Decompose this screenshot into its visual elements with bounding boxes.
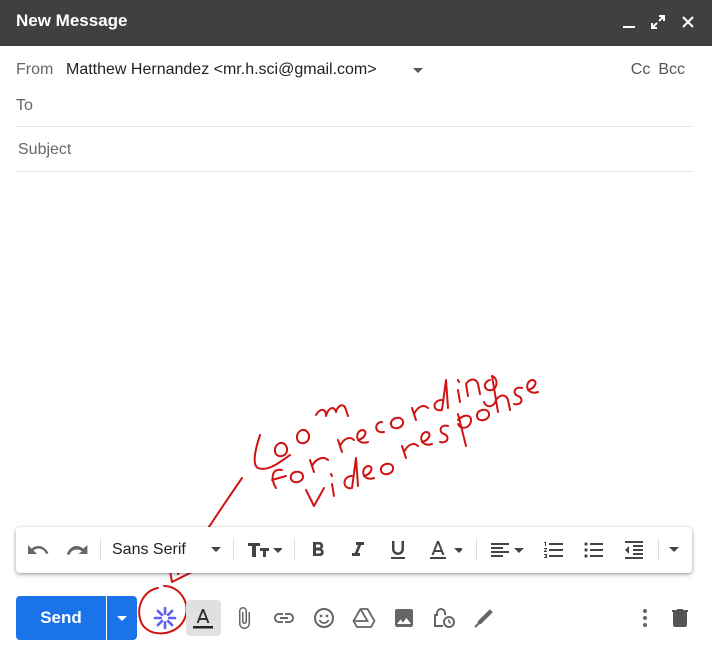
expand-icon[interactable] xyxy=(646,10,670,34)
numbered-list-icon[interactable] xyxy=(542,538,566,562)
compose-header: New Message xyxy=(0,0,712,46)
send-options-button[interactable] xyxy=(107,596,137,640)
undo-icon[interactable] xyxy=(26,538,50,562)
bcc-link[interactable]: Bcc xyxy=(658,61,685,78)
italic-icon[interactable] xyxy=(346,538,370,562)
more-options-icon[interactable] xyxy=(633,606,657,630)
bold-icon[interactable] xyxy=(306,538,330,562)
attach-icon[interactable] xyxy=(232,606,256,630)
to-label: To xyxy=(16,97,33,114)
formatting-bar: Sans Serif xyxy=(16,527,692,573)
link-icon[interactable] xyxy=(272,606,296,630)
minimize-icon[interactable] xyxy=(617,10,641,34)
subject-input[interactable] xyxy=(16,135,690,165)
cc-bcc-links: Cc Bcc xyxy=(623,61,685,79)
chevron-down-icon[interactable] xyxy=(412,67,424,75)
align-icon[interactable] xyxy=(488,538,524,562)
close-icon[interactable] xyxy=(676,10,700,34)
from-address[interactable]: Matthew Hernandez <mr.h.sci@gmail.com> xyxy=(66,61,377,79)
formatting-toggle-icon[interactable] xyxy=(191,606,215,630)
subject-field xyxy=(16,127,693,172)
signature-icon[interactable] xyxy=(472,606,496,630)
send-button[interactable]: Send xyxy=(16,596,106,640)
chevron-down-icon[interactable] xyxy=(210,546,222,570)
photo-icon[interactable] xyxy=(392,606,416,630)
handwritten-annotation xyxy=(138,375,539,635)
drive-icon[interactable] xyxy=(352,606,376,630)
cc-link[interactable]: Cc xyxy=(631,61,651,78)
from-label: From xyxy=(16,61,54,78)
trash-icon[interactable] xyxy=(668,606,692,630)
underline-icon[interactable] xyxy=(386,538,410,562)
redo-icon[interactable] xyxy=(65,538,89,562)
loom-icon[interactable] xyxy=(153,606,177,630)
more-formatting-icon[interactable] xyxy=(668,546,680,570)
window-title: New Message xyxy=(16,11,128,30)
to-field: To xyxy=(16,82,693,127)
confidential-icon[interactable] xyxy=(432,606,456,630)
text-size-icon[interactable] xyxy=(246,538,282,562)
to-input[interactable] xyxy=(58,90,682,120)
font-family-select[interactable]: Sans Serif xyxy=(112,541,186,559)
emoji-icon[interactable] xyxy=(312,606,336,630)
bulleted-list-icon[interactable] xyxy=(582,538,606,562)
text-color-icon[interactable] xyxy=(426,538,462,562)
indent-less-icon[interactable] xyxy=(622,538,646,562)
